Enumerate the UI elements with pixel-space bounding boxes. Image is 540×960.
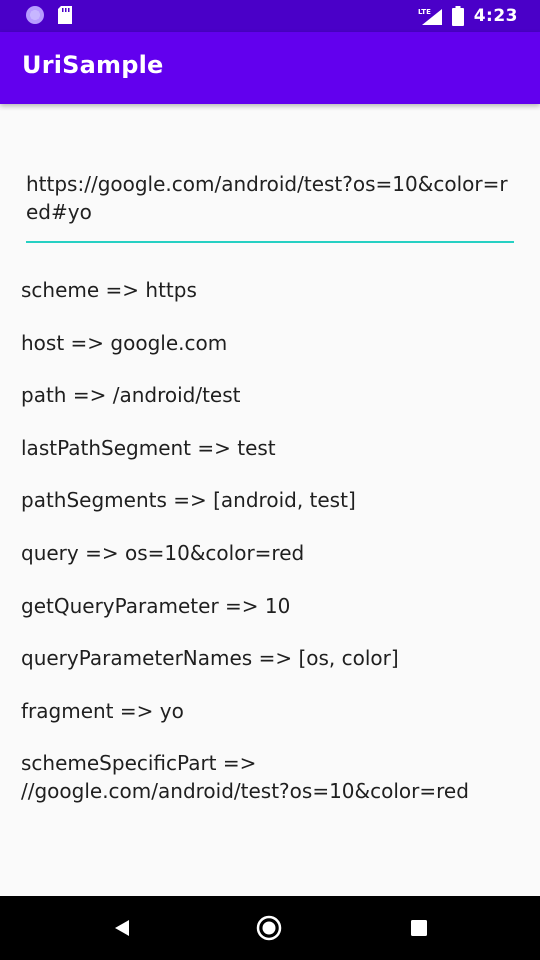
result-scheme: scheme => https [21,278,197,302]
home-icon [256,915,282,941]
app-title: UriSample [22,51,164,79]
result-query-parameter-names: queryParameterNames => [os, color] [21,646,399,671]
status-time: 4:23 [473,6,518,26]
sync-icon [26,6,44,24]
uri-input-field[interactable]: https://google.com/android/test?os=10&co… [26,170,514,243]
result-path: path => /android/test [21,383,241,408]
lte-signal-icon: LTE [418,8,442,25]
status-right: LTE 4:23 [418,0,518,32]
navigation-bar [0,896,540,960]
results-list: scheme => https host => google.com path … [21,276,521,805]
back-icon [115,920,129,936]
network-type-label: LTE [418,8,431,16]
recents-icon [411,920,427,936]
result-fragment: fragment => yo [21,698,184,723]
result-scheme-specific-part: schemeSpecificPart => //google.com/andro… [21,751,469,804]
result-last-path-segment: lastPathSegment => test [21,435,276,460]
result-path-segments: pathSegments => [android, test] [21,488,356,513]
result-host: host => google.com [21,330,228,355]
status-left [26,6,72,24]
app-bar: UriSample [0,32,540,104]
result-get-query-parameter: getQueryParameter => 10 [21,593,291,618]
sd-card-icon [58,6,72,24]
home-button[interactable] [255,914,283,942]
result-query: query => os=10&color=red [21,540,305,565]
battery-icon [451,6,464,26]
uri-input-text[interactable]: https://google.com/android/test?os=10&co… [26,170,514,226]
status-bar: LTE 4:23 [0,0,540,32]
recents-button[interactable] [405,914,433,942]
back-button[interactable] [108,914,136,942]
